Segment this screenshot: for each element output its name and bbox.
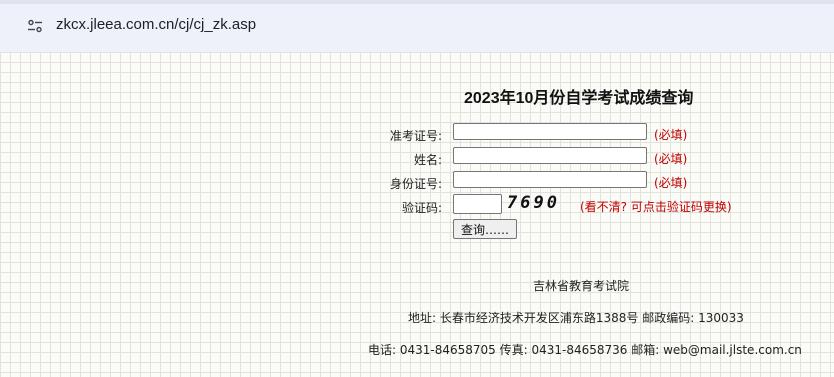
captcha-image[interactable]: 7690: [507, 193, 571, 213]
name-input[interactable]: [453, 147, 647, 164]
admission-required-note: (必填): [654, 128, 688, 142]
id-number-input[interactable]: [453, 171, 647, 188]
url-text[interactable]: zkcx.jleea.com.cn/cj/cj_zk.asp: [56, 16, 256, 33]
name-label: 姓名:: [413, 153, 442, 167]
id-number-label: 身份证号:: [389, 177, 442, 191]
query-button[interactable]: 查询……: [453, 219, 517, 239]
captcha-input[interactable]: [453, 194, 502, 214]
footer-address: 地址: 长春市经济技术开发区浦东路1388号 邮政编码: 130033: [408, 311, 744, 325]
admission-number-input[interactable]: [453, 123, 647, 140]
page-title: 2023年10月份自学考试成绩查询: [464, 90, 694, 107]
tab-strip-edge: [0, 0, 834, 4]
footer-contact: 电话: 0431-84658705 传真: 0431-84658736 邮箱: …: [368, 343, 802, 357]
name-required-note: (必填): [654, 152, 688, 166]
tune-icon[interactable]: [27, 18, 43, 34]
captcha-hint: (看不清? 可点击验证码更换): [580, 200, 732, 214]
captcha-label: 验证码:: [401, 201, 442, 215]
admission-number-label: 准考证号:: [389, 129, 442, 143]
id-required-note: (必填): [654, 176, 688, 190]
footer-organization: 吉林省教育考试院: [533, 279, 630, 293]
browser-address-bar: zkcx.jleea.com.cn/cj/cj_zk.asp: [0, 0, 834, 52]
